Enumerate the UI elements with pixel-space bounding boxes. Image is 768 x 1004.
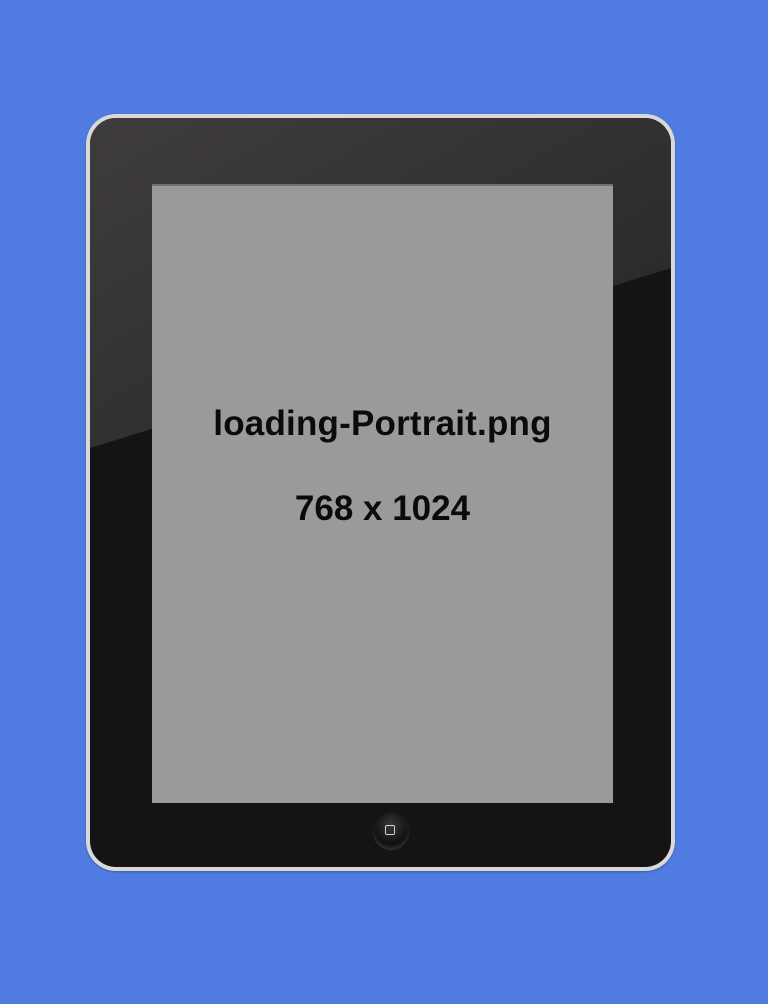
tablet-bezel: loading-Portrait.png 768 x 1024 [90, 118, 671, 867]
tablet-device-frame: loading-Portrait.png 768 x 1024 [86, 114, 675, 871]
screen-filename-label: loading-Portrait.png [213, 404, 552, 443]
home-button[interactable] [373, 813, 409, 849]
device-screen: loading-Portrait.png 768 x 1024 [152, 184, 613, 803]
page-background: loading-Portrait.png 768 x 1024 [0, 0, 768, 1004]
home-square-icon [385, 825, 395, 835]
screen-dimensions-label: 768 x 1024 [294, 489, 471, 528]
